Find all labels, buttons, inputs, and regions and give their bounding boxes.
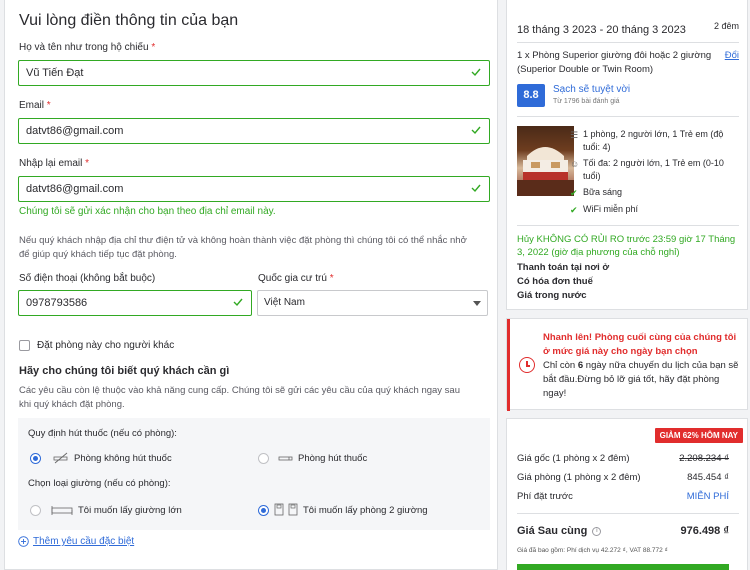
check-icon: ✔ (570, 205, 578, 215)
email-confirm-message: Chúng tôi sẽ gửi xác nhận cho bạn theo đ… (19, 206, 276, 217)
final-price-label: Giá Sau cùng i (517, 525, 602, 537)
bed-type-label: Chọn loại giường (nếu có phòng): (28, 478, 171, 489)
country-label: Quốc gia cư trú * (258, 273, 334, 284)
alarm-clock-icon (519, 357, 535, 373)
final-price-value: 976.498 ₫ (680, 525, 729, 537)
bed-icon: ☰ (570, 130, 579, 140)
full-name-label: Họ và tên như trong hộ chiếu * (19, 42, 156, 53)
non-smoking-radio[interactable] (30, 453, 41, 464)
smoking-radio[interactable] (258, 453, 269, 464)
requests-title: Hãy cho chúng tôi biết quý khách cần gì (19, 365, 230, 377)
progress-bar (517, 564, 729, 570)
twin-bed-option: Tôi muốn lấy phòng 2 giường (303, 505, 428, 516)
book-for-other-label: Đặt phòng này cho người khác (37, 340, 175, 351)
valid-check-icon (471, 126, 481, 135)
smoking-label: Quy định hút thuốc (nếu có phòng): (28, 428, 177, 439)
preferences-box: Quy định hút thuốc (nếu có phòng): Phòng… (18, 418, 490, 530)
valid-check-icon (233, 298, 243, 307)
divider (517, 225, 739, 226)
double-bed-icon (51, 506, 73, 515)
plus-circle-icon[interactable] (18, 536, 29, 547)
non-smoking-option: Phòng không hút thuốc (74, 453, 172, 464)
urgency-text: Chỉ còn 6 ngày nữa chuyến du lịch của bạ… (543, 360, 739, 399)
original-price-value: 2.208.234 ₫ (679, 453, 729, 464)
urgency-card: Nhanh lên! Phòng cuối cùng của chúng tôi… (506, 318, 748, 411)
email-confirm-input[interactable]: datvt86@gmail.com (18, 176, 490, 202)
review-score-badge: 8.8 (517, 84, 545, 107)
cigarette-icon (278, 456, 293, 461)
room-description: Đổi 1 x Phòng Superior giường đôi hoặc 2… (517, 49, 739, 75)
twin-bed-radio[interactable] (258, 505, 269, 516)
country-select[interactable]: Việt Nam (257, 290, 488, 316)
price-breakdown-card: GIẢM 62% HÔM NAY Giá gốc (1 phòng x 2 đê… (506, 418, 748, 570)
full-name-input[interactable]: Vũ Tiến Đạt (18, 60, 490, 86)
chevron-down-icon (473, 301, 481, 306)
stay-dates: 18 tháng 3 2023 - 20 tháng 3 2023 (517, 24, 686, 36)
discount-badge: GIẢM 62% HÔM NAY (654, 428, 743, 443)
feature-max-guests: ☺ Tối đa: 2 người lớn, 1 Trẻ em (0-10 tu… (570, 158, 724, 181)
feature-wifi: ✔ WiFi miễn phí (570, 204, 639, 215)
original-price-label: Giá gốc (1 phòng x 2 đêm) (517, 453, 630, 464)
booking-fee-value: MIỄN PHÍ (686, 491, 729, 502)
review-count: Từ 1796 bài đánh giá (553, 98, 620, 105)
booking-fee-label: Phí đặt trước (517, 491, 573, 502)
phone-label: Số điện thoại (không bắt buộc) (19, 273, 156, 284)
tax-breakdown: Giá đã bao gồm: Phí dịch vụ 42.272 ₫, VA… (517, 547, 668, 554)
room-photo (517, 126, 574, 196)
room-price-value: 845.454 ₫ (687, 472, 729, 483)
large-bed-radio[interactable] (30, 505, 41, 516)
people-icon: ☺ (570, 159, 580, 169)
divider (517, 513, 739, 514)
no-smoking-icon (53, 452, 68, 464)
book-for-other-checkbox[interactable] (19, 340, 30, 351)
email-label: Email * (19, 100, 51, 111)
room-price-label: Giá phòng (1 phòng x 2 đêm) (517, 472, 641, 483)
domestic-price: Giá trong nước (517, 290, 587, 301)
tax-invoice: Có hóa đơn thuế (517, 276, 593, 287)
change-room-link[interactable]: Đổi (725, 49, 739, 63)
divider (517, 42, 739, 43)
feature-occupancy: ☰ 1 phòng, 2 người lớn, 1 Trẻ em (độ tuổ… (570, 129, 724, 152)
form-title: Vui lòng điền thông tin của bạn (19, 12, 239, 29)
email-input[interactable]: datvt86@gmail.com (18, 118, 490, 144)
valid-check-icon (471, 184, 481, 193)
booking-summary-card: 18 tháng 3 2023 - 20 tháng 3 2023 2 đêm … (506, 0, 748, 310)
large-bed-option: Tôi muốn lấy giường lớn (78, 505, 182, 516)
email-reminder-note: Nếu quý khách nhập địa chỉ thư điện tử v… (19, 235, 467, 260)
info-icon[interactable]: i (592, 526, 602, 536)
pay-at-property: Thanh toán tại nơi ở (517, 262, 610, 273)
review-score-title: Sạch sẽ tuyệt vời (553, 84, 631, 95)
twin-bed-icon (274, 503, 298, 516)
divider (517, 116, 739, 117)
cancellation-policy: Hủy KHÔNG CÓ RỦI RO trước 23:59 giờ 17 T… (517, 234, 736, 258)
requests-note: Các yêu cầu còn lệ thuộc vào khả năng cu… (19, 385, 461, 410)
phone-input[interactable]: 0978793586 (18, 290, 252, 316)
urgency-title: Nhanh lên! Phòng cuối cùng của chúng tôi… (543, 332, 737, 357)
smoking-option: Phòng hút thuốc (298, 453, 368, 464)
guest-info-form: Vui lòng điền thông tin của bạn Họ và tê… (4, 0, 498, 570)
booking-summary-column: 18 tháng 3 2023 - 20 tháng 3 2023 2 đêm … (506, 0, 748, 570)
feature-breakfast: ✔ Bữa sáng (570, 187, 623, 198)
email-confirm-label: Nhập lại email * (19, 158, 90, 169)
check-icon: ✔ (570, 188, 578, 198)
valid-check-icon (471, 68, 481, 77)
add-special-request-link[interactable]: Thêm yêu cầu đặc biệt (33, 536, 134, 547)
nights-count: 2 đêm (713, 21, 739, 31)
